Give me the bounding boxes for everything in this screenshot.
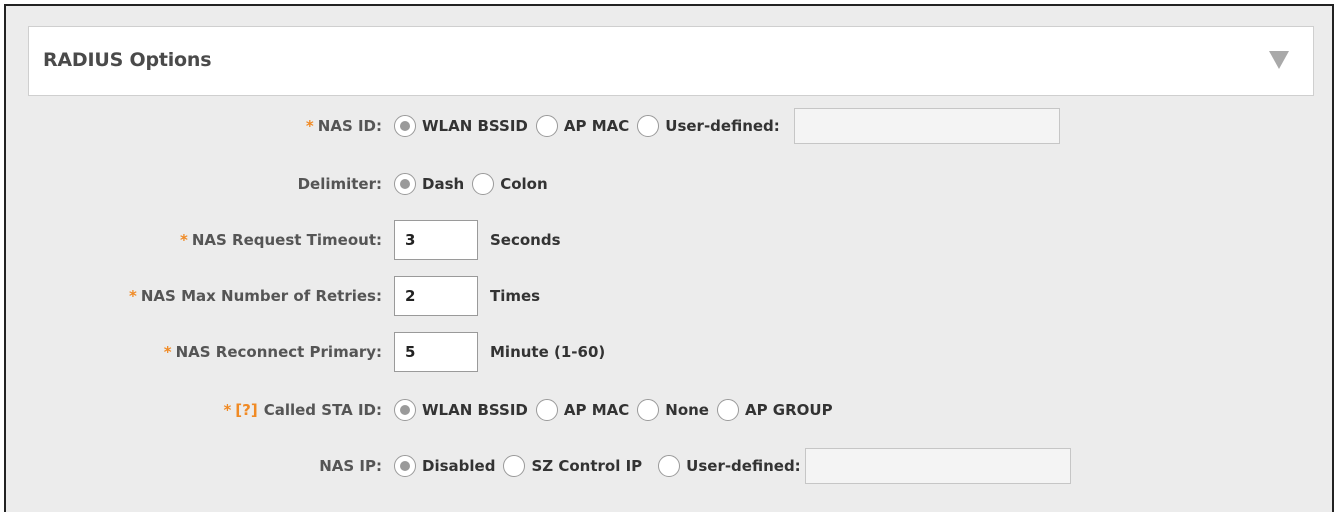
nas-id-option-ap-mac[interactable]: AP MAC: [535, 115, 631, 137]
nas-ip-option-label: SZ Control IP: [531, 457, 643, 475]
called-sta-id-option-ap-group[interactable]: AP GROUP: [716, 399, 835, 421]
called-sta-id-option-label: WLAN BSSID: [422, 401, 528, 419]
called-sta-id-option-ap-mac[interactable]: AP MAC: [535, 399, 631, 421]
delimiter-option-dash[interactable]: Dash: [394, 173, 466, 195]
radio-unselected[interactable]: [637, 399, 660, 421]
nas-id-user-defined-input[interactable]: [793, 108, 1060, 144]
called-sta-id-option-none[interactable]: None: [637, 399, 711, 421]
called-sta-id-option-label: AP GROUP: [744, 401, 833, 419]
radio-unselected[interactable]: [535, 399, 558, 421]
delimiter-option-label: Colon: [500, 175, 548, 193]
minute-unit: Minute (1-60): [490, 343, 606, 361]
delimiter-label: Delimiter:: [297, 175, 382, 193]
called-sta-id-row: * [?] Called STA ID: WLAN BSSID AP MAC Non…: [6, 390, 1336, 430]
called-sta-id-options: WLAN BSSID AP MAC None AP GROUP: [394, 399, 841, 421]
radius-options-frame: RADIUS Options * NAS ID: WLAN BSSID AP MA…: [4, 4, 1334, 512]
nas-ip-options: Disabled SZ Control IP User-defined:: [394, 448, 1071, 484]
radio-selected[interactable]: [394, 399, 416, 421]
required-marker: *: [129, 287, 137, 305]
nas-id-label: * NAS ID:: [306, 117, 382, 135]
called-sta-id-label: * [?] Called STA ID:: [223, 401, 382, 419]
panel-title: RADIUS Options: [43, 49, 212, 71]
required-marker: *: [163, 343, 172, 361]
nas-request-timeout-label-text: NAS Request Timeout:: [191, 231, 382, 249]
radio-selected[interactable]: [394, 173, 416, 195]
required-marker: *: [179, 231, 188, 249]
nas-max-retries-input[interactable]: [394, 276, 478, 316]
delimiter-options: Dash Colon: [394, 173, 556, 195]
help-link[interactable]: [?]: [235, 401, 257, 419]
nas-ip-option-user-defined[interactable]: User-defined:: [658, 455, 803, 477]
nas-id-option-wlan-bssid[interactable]: WLAN BSSID: [394, 115, 530, 137]
radio-selected[interactable]: [394, 115, 416, 137]
nas-reconnect-primary-row: *NAS Reconnect Primary: Minute (1-60): [6, 332, 1336, 372]
radio-unselected[interactable]: [716, 399, 739, 421]
nas-max-retries-controls: Times: [394, 276, 540, 316]
radio-unselected[interactable]: [637, 115, 660, 137]
nas-ip-option-label: Disabled: [422, 457, 496, 475]
nas-ip-row: NAS IP: Disabled SZ Control IP User-defi…: [6, 446, 1336, 486]
delimiter-option-colon[interactable]: Colon: [472, 173, 549, 195]
nas-reconnect-primary-label: * NAS Reconnect Primary:: [164, 343, 382, 361]
nas-reconnect-primary-controls: Minute (1-60): [394, 332, 605, 372]
nas-ip-user-defined-input[interactable]: [804, 448, 1071, 484]
nas-max-retries-row: *NAS Max Number of Retries: Times: [6, 276, 1336, 316]
radio-selected[interactable]: [394, 455, 416, 477]
nas-request-timeout-input[interactable]: [394, 220, 478, 260]
radio-unselected[interactable]: [658, 455, 681, 477]
nas-id-option-label: AP MAC: [563, 117, 630, 135]
nas-ip-option-sz-control-ip[interactable]: SZ Control IP: [503, 455, 644, 477]
nas-ip-label: NAS IP:: [319, 457, 382, 475]
nas-id-options: WLAN BSSID AP MAC User-defined:: [394, 108, 1060, 144]
called-sta-id-option-wlan-bssid[interactable]: WLAN BSSID: [394, 399, 530, 421]
nas-ip-option-disabled[interactable]: Disabled: [394, 455, 497, 477]
nas-id-option-label: WLAN BSSID: [422, 117, 528, 135]
nas-id-label-text: NAS ID:: [317, 117, 382, 135]
nas-id-option-label: User-defined:: [665, 117, 780, 135]
required-marker: *: [305, 117, 314, 135]
radio-unselected[interactable]: [535, 115, 558, 137]
radio-unselected[interactable]: [503, 455, 526, 477]
nas-id-option-user-defined[interactable]: User-defined:: [637, 115, 782, 137]
called-sta-id-option-label: None: [665, 401, 709, 419]
times-unit: Times: [490, 287, 541, 305]
delimiter-option-label: Dash: [422, 175, 465, 193]
nas-max-retries-label-text: NAS Max Number of Retries:: [140, 287, 382, 305]
required-marker: *: [223, 401, 232, 419]
seconds-unit: Seconds: [490, 231, 561, 249]
radio-unselected[interactable]: [472, 173, 495, 195]
panel-header[interactable]: RADIUS Options: [28, 26, 1314, 96]
triangle-down-icon[interactable]: [1269, 51, 1289, 69]
nas-reconnect-primary-label-text: NAS Reconnect Primary:: [175, 343, 382, 361]
called-sta-id-option-label: AP MAC: [563, 401, 630, 419]
nas-request-timeout-row: *NAS Request Timeout: Seconds: [6, 220, 1336, 260]
nas-request-timeout-label: * NAS Request Timeout:: [180, 231, 382, 249]
nas-ip-option-label: User-defined:: [686, 457, 801, 475]
nas-id-row: * NAS ID: WLAN BSSID AP MAC User-defined:: [6, 106, 1336, 146]
called-sta-id-label-text: Called STA ID:: [263, 401, 382, 419]
delimiter-row: Delimiter: Dash Colon: [6, 164, 1336, 204]
nas-request-timeout-controls: Seconds: [394, 220, 561, 260]
nas-reconnect-primary-input[interactable]: [394, 332, 478, 372]
nas-max-retries-label: * NAS Max Number of Retries:: [129, 287, 382, 305]
